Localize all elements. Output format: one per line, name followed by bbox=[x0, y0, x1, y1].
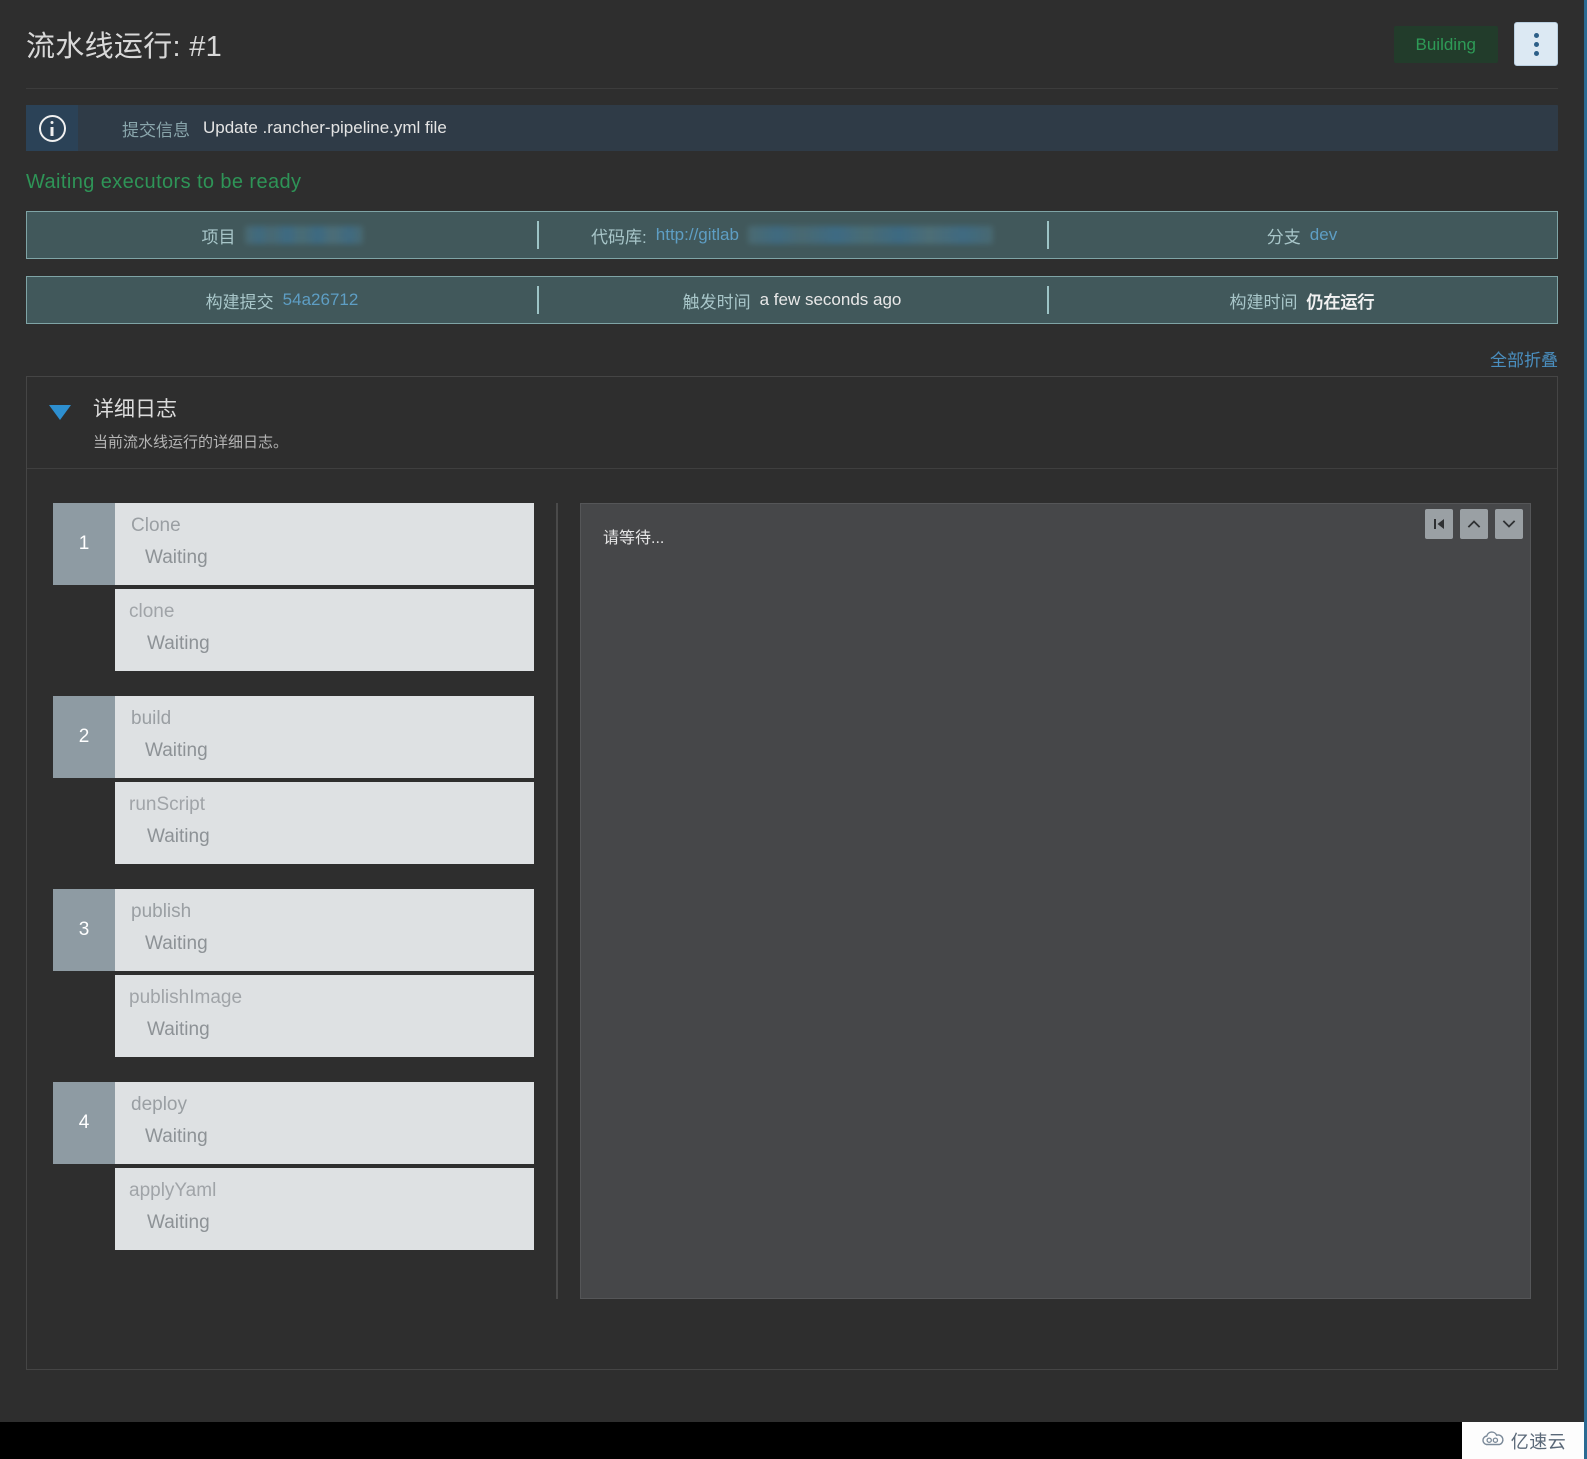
collapse-all-row: 全部折叠 bbox=[26, 346, 1558, 370]
stage-number: 3 bbox=[53, 889, 115, 971]
meta-value-branch[interactable]: dev bbox=[1310, 225, 1337, 245]
substep-status: Waiting bbox=[147, 1212, 210, 1233]
detail-panel-title: 详细日志 bbox=[93, 398, 177, 421]
stage-number: 2 bbox=[53, 696, 115, 778]
stage-row[interactable]: 3 publish Waiting bbox=[53, 889, 534, 971]
meta-cell-project: 项目 bbox=[27, 212, 537, 258]
substep-row[interactable]: applyYaml Waiting bbox=[115, 1168, 534, 1250]
caret-down-icon[interactable] bbox=[49, 405, 71, 420]
kebab-dot bbox=[1533, 50, 1539, 56]
stage-name: Clone bbox=[131, 515, 181, 536]
meta-value-trigger-time: a few seconds ago bbox=[759, 290, 902, 309]
stage-row[interactable]: 2 build Waiting bbox=[53, 696, 534, 778]
stage-body: publish Waiting bbox=[115, 889, 534, 971]
stage-group: 3 publish Waiting publishImage Waiting bbox=[53, 889, 534, 1057]
bottom-bar bbox=[0, 1422, 1584, 1459]
substep-name: publishImage bbox=[129, 987, 243, 1008]
stage-group: 4 deploy Waiting applyYaml Waiting bbox=[53, 1082, 534, 1250]
meta-key-branch: 分支 bbox=[1266, 227, 1301, 247]
cloud-logo-icon bbox=[1480, 1430, 1506, 1452]
substep-status: Waiting bbox=[147, 1019, 210, 1040]
info-glyph bbox=[38, 114, 66, 142]
commit-info-value: Update .rancher-pipeline.yml file bbox=[203, 118, 447, 137]
chevron-up-icon[interactable] bbox=[1460, 509, 1488, 539]
stage-name: build bbox=[131, 708, 172, 729]
stage-body: build Waiting bbox=[115, 696, 534, 778]
commit-info-banner: 提交信息 Update .rancher-pipeline.yml file bbox=[26, 105, 1558, 151]
kebab-dot bbox=[1533, 32, 1539, 38]
stage-number: 1 bbox=[53, 503, 115, 585]
meta-cell-commit: 构建提交 54a26712 bbox=[27, 277, 537, 323]
collapse-all-link[interactable]: 全部折叠 bbox=[1490, 351, 1558, 370]
stage-name: deploy bbox=[131, 1094, 187, 1115]
substep-row[interactable]: runScript Waiting bbox=[115, 782, 534, 864]
page-title: 流水线运行: #1 bbox=[26, 31, 223, 63]
kebab-vertical-icon[interactable] bbox=[1514, 22, 1558, 66]
stage-group: 1 Clone Waiting clone Waiting bbox=[53, 503, 534, 671]
stage-row[interactable]: 4 deploy Waiting bbox=[53, 1082, 534, 1164]
meta-cell-branch: 分支 dev bbox=[1047, 212, 1557, 258]
meta-key-project: 项目 bbox=[201, 227, 236, 247]
substep-name: applyYaml bbox=[129, 1180, 217, 1201]
meta-bar-secondary: 构建提交 54a26712 触发时间 a few seconds ago 构建时… bbox=[26, 276, 1558, 324]
info-circle-icon bbox=[26, 105, 78, 151]
meta-key-commit: 构建提交 bbox=[205, 292, 274, 312]
substep-row[interactable]: clone Waiting bbox=[115, 589, 534, 671]
meta-key-repository: 代码库: bbox=[591, 227, 647, 247]
substep-status: Waiting bbox=[147, 826, 210, 847]
meta-cell-build-duration: 构建时间 仍在运行 bbox=[1047, 277, 1557, 323]
commit-info-label: 提交信息 bbox=[122, 120, 190, 140]
meta-cell-repository: 代码库: http://gitlab bbox=[537, 212, 1047, 258]
stage-number: 4 bbox=[53, 1082, 115, 1164]
log-output-text: 请等待... bbox=[603, 530, 665, 547]
detail-panel-subtitle: 当前流水线运行的详细日志。 bbox=[93, 434, 289, 451]
stage-status: Waiting bbox=[145, 933, 208, 954]
detail-log-panel: 详细日志 当前流水线运行的详细日志。 1 Clone Waiting clone bbox=[26, 376, 1558, 1370]
watermark-text: 亿速云 bbox=[1510, 1431, 1567, 1452]
meta-key-trigger-time: 触发时间 bbox=[682, 292, 751, 312]
meta-value-project-redacted bbox=[244, 226, 363, 244]
log-output-panel: 请等待... bbox=[580, 503, 1531, 1299]
stage-status: Waiting bbox=[145, 547, 208, 568]
stage-status: Waiting bbox=[145, 740, 208, 761]
meta-bar-primary: 项目 代码库: http://gitlab 分支 dev bbox=[26, 211, 1558, 259]
header-divider bbox=[26, 88, 1558, 89]
substep-name: runScript bbox=[129, 794, 206, 815]
meta-value-commit[interactable]: 54a26712 bbox=[283, 290, 359, 310]
substep-status: Waiting bbox=[147, 633, 210, 654]
stage-body: Clone Waiting bbox=[115, 503, 534, 585]
meta-value-repository-redacted bbox=[747, 226, 993, 244]
log-controls bbox=[1425, 509, 1523, 539]
substep-name: clone bbox=[129, 601, 175, 622]
kebab-dot bbox=[1533, 41, 1539, 47]
chevron-down-icon[interactable] bbox=[1495, 509, 1523, 539]
substep-row[interactable]: publishImage Waiting bbox=[115, 975, 534, 1057]
pipeline-steps-column: 1 Clone Waiting clone Waiting 2 build Wa… bbox=[53, 503, 558, 1299]
meta-value-build-duration: 仍在运行 bbox=[1306, 292, 1375, 312]
detail-panel-header[interactable]: 详细日志 当前流水线运行的详细日志。 bbox=[27, 377, 1557, 469]
stage-group: 2 build Waiting runScript Waiting bbox=[53, 696, 534, 864]
pipeline-run-page: 流水线运行: #1 Building 提交信息 Update .rancher-… bbox=[0, 0, 1587, 1459]
meta-cell-trigger-time: 触发时间 a few seconds ago bbox=[537, 277, 1047, 323]
executor-status-text: Waiting executors to be ready bbox=[26, 171, 302, 193]
stage-row[interactable]: 1 Clone Waiting bbox=[53, 503, 534, 585]
stage-body: deploy Waiting bbox=[115, 1082, 534, 1164]
stage-name: publish bbox=[131, 901, 192, 922]
watermark: 亿速云 bbox=[1462, 1422, 1584, 1459]
meta-key-build-duration: 构建时间 bbox=[1229, 292, 1298, 312]
stage-status: Waiting bbox=[145, 1126, 208, 1147]
header-actions: Building bbox=[1393, 22, 1558, 66]
jump-to-start-icon[interactable] bbox=[1425, 509, 1453, 539]
meta-value-repository[interactable]: http://gitlab bbox=[656, 225, 739, 245]
status-badge: Building bbox=[1393, 25, 1498, 63]
detail-panel-body: 1 Clone Waiting clone Waiting 2 build Wa… bbox=[27, 469, 1557, 1369]
page-header: 流水线运行: #1 Building bbox=[0, 0, 1584, 88]
commit-info-text: 提交信息 Update .rancher-pipeline.yml file bbox=[78, 105, 447, 151]
